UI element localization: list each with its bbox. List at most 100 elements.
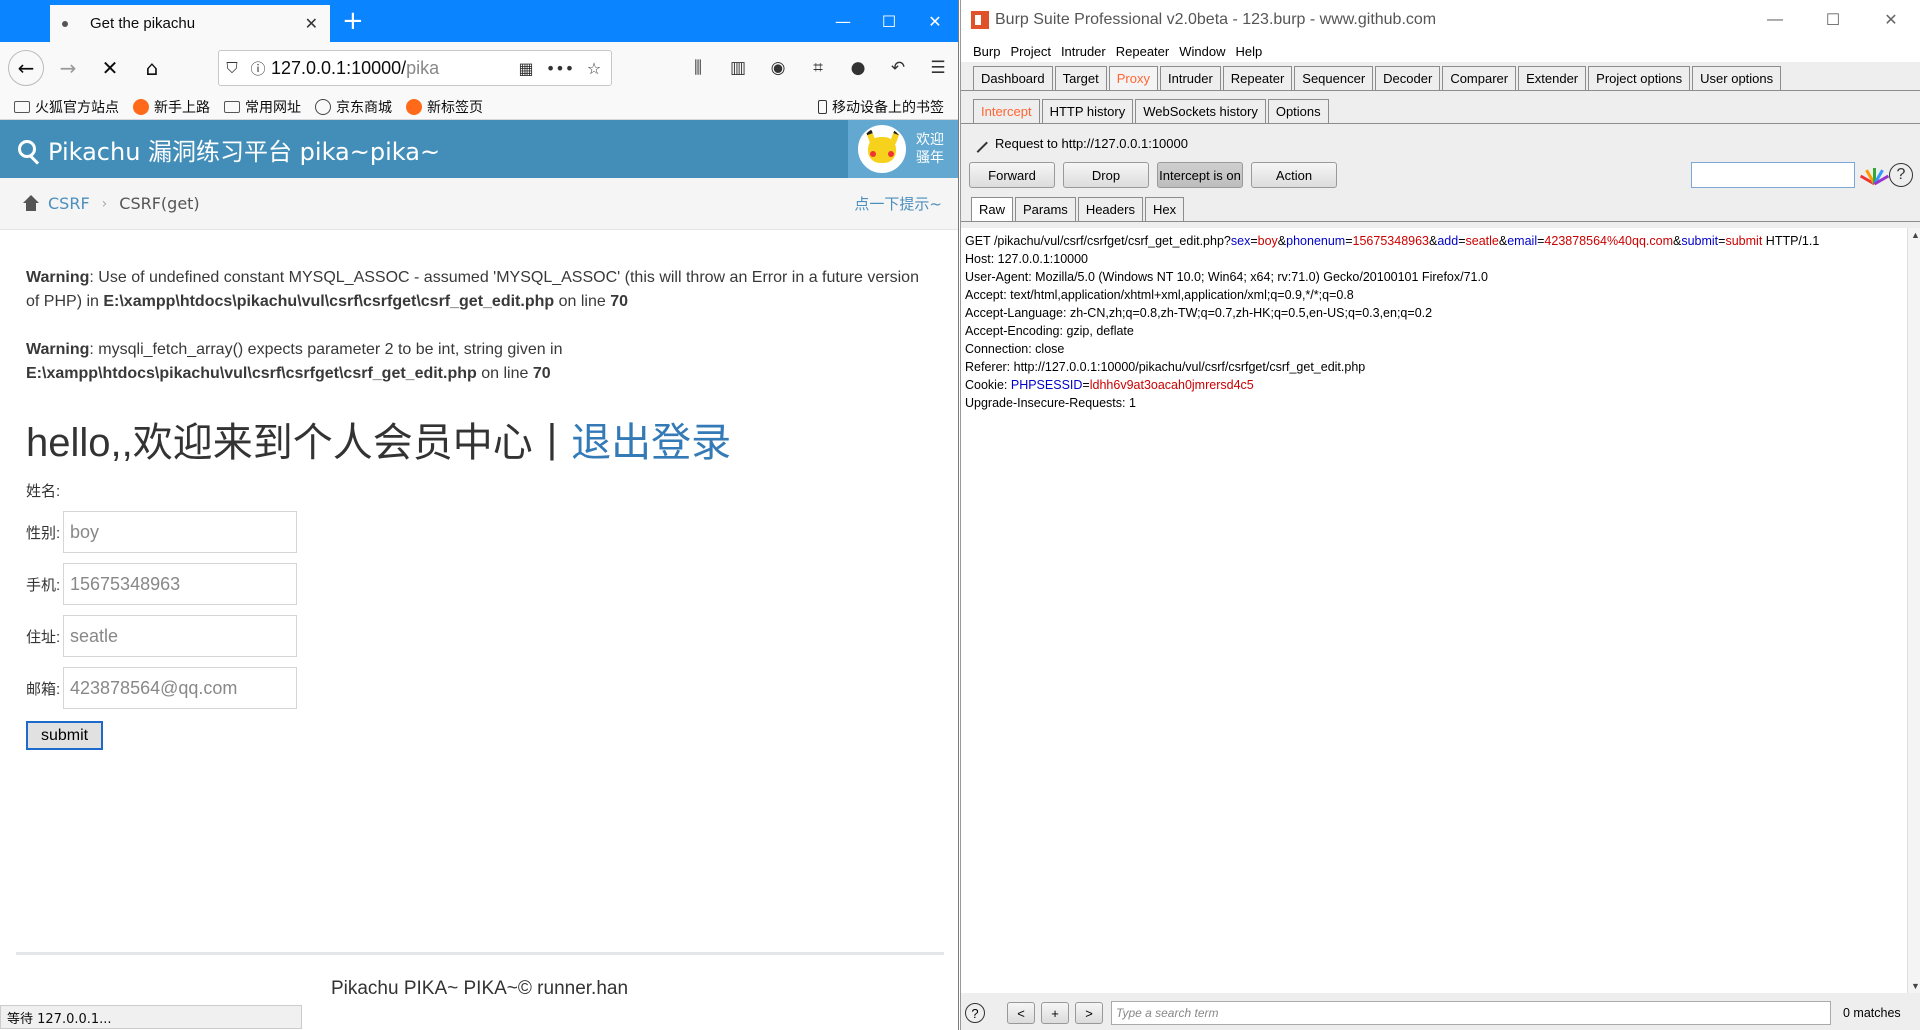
editor-scrollbar[interactable]: ▲ ▼ (1907, 228, 1920, 993)
tab-extender[interactable]: Extender (1518, 66, 1587, 90)
sidebar-icon[interactable]: ▥ (718, 50, 758, 86)
action-button[interactable]: Action (1251, 162, 1337, 188)
phone-input[interactable]: 15675348963 (63, 563, 297, 605)
tracking-shield-icon[interactable]: ⛉ (219, 59, 245, 77)
minimize-button[interactable]: — (1746, 0, 1804, 40)
url-bar[interactable]: ⛉ ⓘ 127.0.0.1:10000/pika ▦ ••• ☆ (218, 50, 612, 86)
tab-dashboard[interactable]: Dashboard (973, 66, 1053, 90)
php-warning: Warning: Use of undefined constant MYSQL… (26, 269, 919, 310)
highlight-color-icon[interactable] (1859, 166, 1890, 186)
forward-button[interactable]: → (50, 50, 86, 86)
menu-repeater[interactable]: Repeater (1116, 44, 1169, 59)
help-icon[interactable]: ? (1889, 163, 1913, 187)
tab-decoder[interactable]: Decoder (1375, 66, 1441, 90)
next-match-button[interactable]: > (1075, 1002, 1103, 1024)
bookmark-star-icon[interactable]: ☆ (577, 59, 611, 78)
tab-loading-icon (62, 20, 68, 27)
tab-repeater[interactable]: Repeater (1222, 66, 1293, 90)
tab-target[interactable]: Target (1054, 66, 1107, 90)
search-input[interactable]: Type a search term (1111, 1001, 1831, 1025)
field-label: 住址: (26, 628, 61, 646)
match-count: 0 matches (1843, 1006, 1901, 1020)
close-window-button[interactable]: ✕ (1862, 0, 1920, 40)
submit-button[interactable]: submit (26, 721, 103, 750)
back-button[interactable]: ← (8, 50, 44, 86)
screenshot-icon[interactable]: ⌗ (798, 50, 838, 86)
tab-hex[interactable]: Hex (1144, 197, 1185, 221)
tab-raw[interactable]: Raw (971, 197, 1014, 221)
menu-burp[interactable]: Burp (973, 44, 1000, 59)
scroll-down-icon[interactable]: ▼ (1911, 981, 1920, 991)
forward-button[interactable]: Forward (969, 162, 1055, 188)
library-icon[interactable]: ⫼ (678, 50, 718, 86)
add-button[interactable]: + (1041, 1002, 1069, 1024)
hint-link[interactable]: 点一下提示~ (854, 193, 942, 214)
comment-field[interactable] (1691, 162, 1855, 188)
breadcrumb-link-csrf[interactable]: CSRF (48, 194, 90, 213)
previous-match-button[interactable]: < (1007, 1002, 1035, 1024)
home-icon[interactable] (22, 194, 40, 212)
breadcrumb: CSRF › CSRF(get) 点一下提示~ (0, 178, 958, 230)
chat-icon[interactable]: ● (838, 50, 878, 86)
menu-icon[interactable]: ☰ (918, 50, 958, 86)
tab-close-icon[interactable]: ✕ (305, 14, 318, 33)
menu-intruder[interactable]: Intruder (1061, 44, 1106, 59)
page-content: Warning: Use of undefined constant MYSQL… (0, 266, 958, 750)
request-cookie-line: Cookie: PHPSESSID=ldhh6v9at3oacah0jmrers… (965, 378, 1254, 392)
maximize-button[interactable]: ☐ (1804, 0, 1862, 40)
logout-link[interactable]: 退出登录 (571, 410, 731, 468)
home-button[interactable]: ⌂ (134, 50, 170, 86)
breadcrumb-current: CSRF(get) (119, 194, 200, 213)
menu-help[interactable]: Help (1235, 44, 1262, 59)
tab-proxy-options[interactable]: Options (1267, 99, 1329, 123)
menu-project[interactable]: Project (1010, 44, 1050, 59)
tab-params[interactable]: Params (1015, 197, 1076, 221)
pencil-icon (968, 133, 988, 153)
field-label: 性别: (26, 524, 61, 542)
address-input[interactable]: seatle (63, 615, 297, 657)
tab-headers[interactable]: Headers (1077, 197, 1143, 221)
pikachu-brand[interactable]: Pikachu 漏洞练习平台 pika~pika~ (18, 132, 440, 167)
tab-project-options[interactable]: Project options (1588, 66, 1691, 90)
site-info-icon[interactable]: ⓘ (245, 58, 271, 79)
request-editor[interactable]: GET /pikachu/vul/csrf/csrfget/csrf_get_e… (961, 228, 1907, 993)
tab-intercept[interactable]: Intercept (973, 99, 1040, 123)
tab-sequencer[interactable]: Sequencer (1294, 66, 1374, 90)
undo-icon[interactable]: ↶ (878, 50, 918, 86)
user-menu[interactable]: 欢迎 骚年 (848, 120, 958, 178)
tab-websockets-history[interactable]: WebSockets history (1135, 99, 1266, 123)
scroll-up-icon[interactable]: ▲ (1911, 230, 1920, 240)
page-actions-icon[interactable]: ••• (543, 59, 577, 78)
tab-comparer[interactable]: Comparer (1442, 66, 1517, 90)
bookmark-item[interactable]: 常用网址 (224, 97, 301, 117)
email-input[interactable]: 423878564@qq.com (63, 667, 297, 709)
bookmark-item[interactable]: 京东商城 (315, 97, 392, 117)
bookmark-item[interactable]: 新标签页 (406, 97, 483, 117)
maximize-button[interactable]: ☐ (866, 0, 912, 42)
tab-intruder[interactable]: Intruder (1159, 66, 1221, 90)
qr-code-icon[interactable]: ▦ (509, 59, 543, 78)
stop-button[interactable]: ✕ (92, 50, 128, 86)
mobile-bookmarks[interactable]: 移动设备上的书签 (818, 97, 944, 117)
new-tab-button[interactable]: + (342, 6, 364, 36)
close-window-button[interactable]: ✕ (912, 0, 958, 42)
help-icon[interactable]: ? (965, 1003, 985, 1023)
intercept-toggle-button[interactable]: Intercept is on (1157, 162, 1243, 188)
tab-http-history[interactable]: HTTP history (1041, 99, 1134, 123)
tab-user-options[interactable]: User options (1692, 66, 1782, 90)
url-text[interactable]: 127.0.0.1:10000/pika (271, 58, 509, 79)
navigation-toolbar: ← → ✕ ⌂ ⛉ ⓘ 127.0.0.1:10000/pika ▦ ••• ☆… (0, 42, 958, 94)
sex-input[interactable]: boy (63, 511, 297, 553)
request-header-line: Upgrade-Insecure-Requests: 1 (965, 396, 1136, 410)
bookmark-item[interactable]: 新手上路 (133, 97, 210, 117)
breadcrumb-separator: › (101, 195, 108, 212)
menu-bar: Burp Project Intruder Repeater Window He… (961, 40, 1920, 62)
browser-tab[interactable]: Get the pikachu ✕ (50, 3, 330, 42)
minimize-button[interactable]: — (820, 0, 866, 42)
tab-proxy[interactable]: Proxy (1108, 66, 1158, 90)
avatar (858, 125, 906, 173)
drop-button[interactable]: Drop (1063, 162, 1149, 188)
menu-window[interactable]: Window (1179, 44, 1225, 59)
account-icon[interactable]: ◉ (758, 50, 798, 86)
bookmark-item[interactable]: 火狐官方站点 (14, 97, 119, 117)
